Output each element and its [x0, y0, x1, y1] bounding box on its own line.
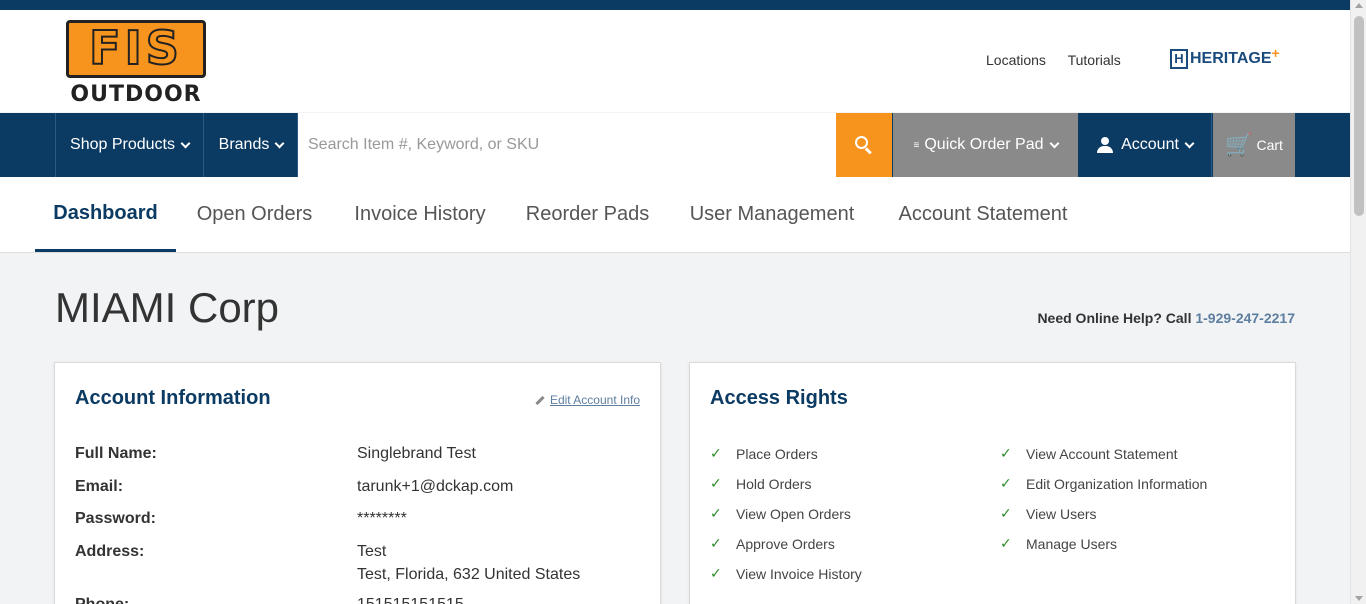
check-icon: ✓: [710, 565, 722, 581]
tab-user-management[interactable]: User Management: [668, 177, 876, 252]
list-icon: ≡: [913, 139, 920, 151]
quick-order-pad-menu[interactable]: ≡ Quick Order Pad: [893, 113, 1078, 177]
info-label: Email:: [75, 478, 124, 495]
dashboard-tabs: Dashboard Open Orders Invoice History Re…: [0, 177, 1350, 253]
heritage-plus-icon: +: [1271, 45, 1280, 61]
chevron-down-icon: [274, 138, 285, 148]
access-item-label: View Account Statement: [1026, 445, 1178, 462]
access-item: ✓ Manage Users: [1000, 535, 1117, 552]
check-icon: ✓: [1000, 505, 1012, 521]
top-accent-bar: [0, 0, 1350, 10]
account-label: Account: [1121, 136, 1179, 153]
chevron-down-icon: [180, 138, 191, 148]
check-icon: ✓: [710, 475, 722, 491]
scroll-down-icon[interactable]: [1355, 596, 1363, 601]
access-rights-card: Access Rights ✓ Place Orders ✓ Hold Orde…: [689, 362, 1296, 604]
access-item-label: Hold Orders: [736, 475, 812, 492]
pencil-icon: [535, 395, 545, 405]
check-icon: ✓: [1000, 475, 1012, 491]
user-icon: [1097, 137, 1114, 153]
access-item: ✓ Edit Organization Information: [1000, 475, 1207, 492]
tab-account-statement[interactable]: Account Statement: [876, 177, 1090, 252]
info-value: Test, Florida, 632 United States: [357, 566, 581, 583]
edit-account-info-label: Edit Account Info: [549, 393, 640, 407]
tab-reorder-pads[interactable]: Reorder Pads: [507, 177, 668, 252]
heritage-h-icon: H: [1170, 49, 1188, 69]
access-rights-title: Access Rights: [710, 387, 848, 409]
logo-outdoor-text: OUTDOOR: [70, 82, 202, 107]
shop-products-label: Shop Products: [70, 136, 175, 153]
search-button[interactable]: [836, 113, 892, 177]
cart-label: Cart: [1256, 137, 1283, 153]
info-value: Singlebrand Test: [357, 445, 476, 462]
check-icon: ✓: [710, 505, 722, 521]
help-text: Need Online Help? Call: [1037, 310, 1192, 326]
locations-link[interactable]: Locations: [986, 52, 1046, 68]
account-information-card: Account Information Edit Account Info Fu…: [54, 362, 661, 604]
cart-button[interactable]: 🛒 Cart: [1213, 113, 1295, 177]
scroll-up-icon[interactable]: [1355, 3, 1363, 8]
access-item: ✓ Approve Orders: [710, 535, 835, 552]
access-item-label: Manage Users: [1026, 535, 1118, 552]
tab-dashboard[interactable]: Dashboard: [35, 177, 176, 252]
brands-menu[interactable]: Brands: [205, 113, 298, 177]
help-phone-link[interactable]: 1-929-247-2217: [1195, 310, 1295, 326]
access-item: ✓ View Open Orders: [710, 505, 851, 522]
info-value: ********: [357, 510, 407, 527]
page-scrollbar[interactable]: [1350, 0, 1366, 604]
site-header: FIS OUTDOOR Locations Tutorials H HERITA…: [0, 10, 1350, 112]
brands-label: Brands: [218, 136, 270, 153]
access-item: ✓ Hold Orders: [710, 475, 811, 492]
tab-invoice-history[interactable]: Invoice History: [333, 177, 507, 252]
check-icon: ✓: [1000, 535, 1012, 551]
access-item-label: View Invoice History: [736, 565, 862, 582]
utility-links: Locations Tutorials: [986, 52, 1139, 68]
info-label: Address:: [75, 543, 145, 560]
heritage-text: HERITAGE: [1190, 50, 1272, 67]
logo-fis-mark: FIS: [66, 20, 206, 78]
quick-order-pad-label: Quick Order Pad: [924, 136, 1044, 153]
online-help: Need Online Help? Call 1-929-247-2217: [1037, 310, 1295, 326]
shop-products-menu[interactable]: Shop Products: [55, 113, 204, 177]
search-input[interactable]: [298, 113, 836, 177]
access-item: ✓ View Invoice History: [710, 565, 862, 582]
access-item-label: Edit Organization Information: [1026, 475, 1208, 492]
check-icon: ✓: [710, 445, 722, 461]
main-nav: Shop Products Brands ≡ Quick Order Pad A…: [0, 113, 1350, 177]
info-label: Password:: [75, 510, 156, 527]
access-item-label: View Users: [1026, 505, 1097, 522]
heritage-logo[interactable]: H HERITAGE +: [1170, 45, 1280, 70]
info-value: Test: [357, 543, 387, 560]
check-icon: ✓: [710, 535, 722, 551]
tab-open-orders[interactable]: Open Orders: [176, 177, 333, 252]
tutorials-link[interactable]: Tutorials: [1068, 52, 1121, 68]
info-value: tarunk+1@dckap.com: [357, 478, 514, 495]
access-item: ✓ View Users: [1000, 505, 1097, 522]
account-menu[interactable]: Account: [1079, 113, 1212, 177]
access-item: ✓ Place Orders: [710, 445, 818, 462]
edit-account-info-link[interactable]: Edit Account Info: [535, 393, 640, 407]
scroll-thumb[interactable]: [1354, 16, 1364, 216]
search-icon: [855, 136, 873, 155]
cart-icon: 🛒: [1225, 132, 1253, 157]
access-item-label: Approve Orders: [736, 535, 835, 552]
chevron-down-icon: [1049, 138, 1059, 148]
access-item-label: Place Orders: [736, 445, 818, 462]
page-title: MIAMI Corp: [55, 284, 280, 331]
access-item: ✓ View Account Statement: [1000, 445, 1178, 462]
fis-outdoor-logo[interactable]: FIS OUTDOOR: [64, 20, 208, 107]
info-label: Full Name:: [75, 445, 157, 462]
info-label: Phone:: [75, 596, 275, 604]
info-value: 151515151515: [357, 596, 657, 604]
chevron-down-icon: [1184, 138, 1195, 148]
access-item-label: View Open Orders: [736, 505, 851, 522]
check-icon: ✓: [1000, 445, 1012, 461]
account-information-title: Account Information: [75, 387, 271, 409]
